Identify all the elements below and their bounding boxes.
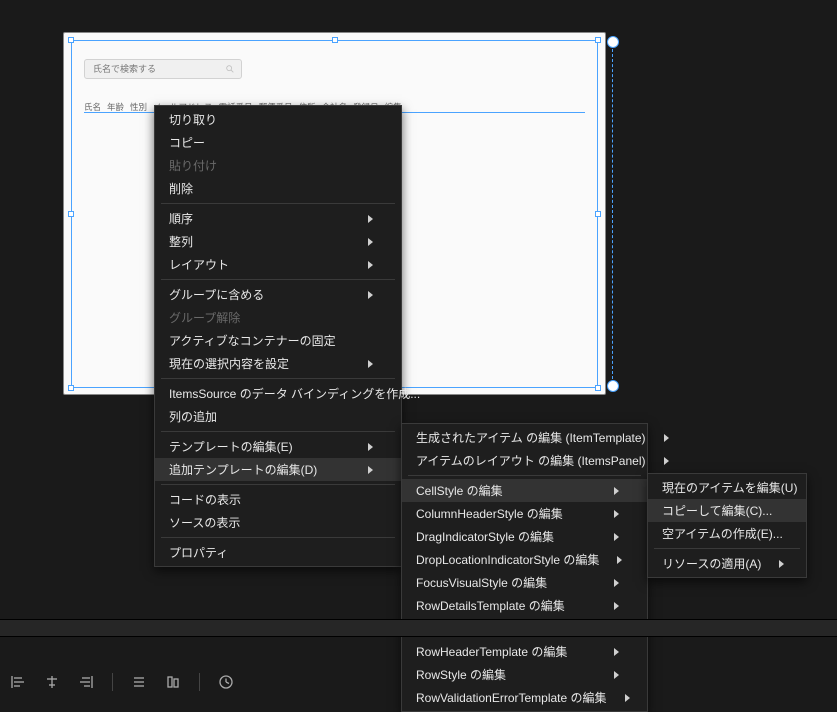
bottom-toolbar <box>10 673 234 691</box>
search-icon <box>225 64 235 74</box>
resize-handle-left[interactable] <box>68 211 74 217</box>
align-right-icon[interactable] <box>78 674 94 690</box>
search-input[interactable] <box>91 63 225 75</box>
menu-ungroup: グループ解除 <box>155 306 401 329</box>
submenu-additional-templates[interactable]: 生成されたアイテム の編集 (ItemTemplate) アイテムのレイアウト … <box>401 423 648 712</box>
resize-handle-bottom-left[interactable] <box>68 385 74 391</box>
resize-handle-bottom-right[interactable] <box>595 385 601 391</box>
submenu-arrow-icon <box>614 510 619 518</box>
toolbar-separator <box>199 673 200 691</box>
resize-handle-top-left[interactable] <box>68 37 74 43</box>
menu-separator <box>161 203 395 204</box>
menu-layout[interactable]: レイアウト <box>155 253 401 276</box>
menu-rowstyle[interactable]: RowStyle の編集 <box>402 663 647 686</box>
menu-separator <box>161 537 395 538</box>
guide-rail <box>612 49 613 379</box>
resize-handle-top[interactable] <box>332 37 338 43</box>
menu-copy[interactable]: コピー <box>155 131 401 154</box>
search-box[interactable] <box>84 59 242 79</box>
menu-view-code[interactable]: コードの表示 <box>155 488 401 511</box>
clock-icon[interactable] <box>218 674 234 690</box>
menu-separator <box>161 431 395 432</box>
menu-create-empty[interactable]: 空アイテムの作成(E)... <box>648 522 806 545</box>
menu-rowdetailstemplate[interactable]: RowDetailsTemplate の編集 <box>402 594 647 617</box>
menu-group-into[interactable]: グループに含める <box>155 283 401 306</box>
list-icon[interactable] <box>131 674 147 690</box>
menu-set-selection[interactable]: 現在の選択内容を設定 <box>155 352 401 375</box>
submenu-arrow-icon <box>368 215 373 223</box>
submenu-arrow-icon <box>614 533 619 541</box>
toolbar-separator <box>112 673 113 691</box>
menu-separator <box>654 548 800 549</box>
submenu-arrow-icon <box>617 556 622 564</box>
menu-rowvalidationerrortemplate[interactable]: RowValidationErrorTemplate の編集 <box>402 686 647 709</box>
align-left-icon[interactable] <box>10 674 26 690</box>
menu-copy-edit[interactable]: コピーして編集(C)... <box>648 499 806 522</box>
submenu-arrow-icon <box>368 261 373 269</box>
menu-items-panel[interactable]: アイテムのレイアウト の編集 (ItemsPanel) <box>402 449 647 472</box>
menu-separator <box>161 484 395 485</box>
submenu-arrow-icon <box>614 602 619 610</box>
submenu-arrow-icon <box>614 487 619 495</box>
snap-icon[interactable] <box>165 674 181 690</box>
timeline-strip <box>0 619 837 637</box>
submenu-arrow-icon <box>368 360 373 368</box>
menu-cut[interactable]: 切り取り <box>155 108 401 131</box>
menu-delete[interactable]: 削除 <box>155 177 401 200</box>
submenu-cellstyle-actions[interactable]: 現在のアイテムを編集(U) コピーして編集(C)... 空アイテムの作成(E).… <box>647 473 807 578</box>
resize-handle-top-right[interactable] <box>595 37 601 43</box>
menu-droplocationindicatorstyle[interactable]: DropLocationIndicatorStyle の編集 <box>402 548 647 571</box>
submenu-arrow-icon <box>614 671 619 679</box>
menu-separator <box>161 378 395 379</box>
submenu-arrow-icon <box>368 443 373 451</box>
submenu-arrow-icon <box>368 238 373 246</box>
submenu-arrow-icon <box>664 434 669 442</box>
menu-columnheaderstyle[interactable]: ColumnHeaderStyle の編集 <box>402 502 647 525</box>
context-menu[interactable]: 切り取り コピー 貼り付け 削除 順序 整列 レイアウト グループに含める グル… <box>154 105 402 567</box>
menu-edit-additional-template[interactable]: 追加テンプレートの編集(D) <box>155 458 401 481</box>
submenu-arrow-icon <box>614 579 619 587</box>
menu-separator <box>408 475 641 476</box>
submenu-arrow-icon <box>368 466 373 474</box>
menu-align[interactable]: 整列 <box>155 230 401 253</box>
menu-properties[interactable]: プロパティ <box>155 541 401 564</box>
submenu-arrow-icon <box>779 560 784 568</box>
menu-pin-container[interactable]: アクティブなコンテナーの固定 <box>155 329 401 352</box>
menu-cellstyle[interactable]: CellStyle の編集 <box>402 479 647 502</box>
menu-separator <box>161 279 395 280</box>
submenu-arrow-icon <box>664 457 669 465</box>
submenu-arrow-icon <box>368 291 373 299</box>
menu-order[interactable]: 順序 <box>155 207 401 230</box>
knob-icon[interactable] <box>607 36 619 48</box>
resize-handle-right[interactable] <box>595 211 601 217</box>
align-center-icon[interactable] <box>44 674 60 690</box>
submenu-arrow-icon <box>614 648 619 656</box>
menu-view-source[interactable]: ソースの表示 <box>155 511 401 534</box>
menu-edit-template[interactable]: テンプレートの編集(E) <box>155 435 401 458</box>
menu-edit-current[interactable]: 現在のアイテムを編集(U) <box>648 476 806 499</box>
menu-paste: 貼り付け <box>155 154 401 177</box>
menu-item-template[interactable]: 生成されたアイテム の編集 (ItemTemplate) <box>402 426 647 449</box>
menu-rowheadertemplate[interactable]: RowHeaderTemplate の編集 <box>402 640 647 663</box>
menu-apply-resource[interactable]: リソースの適用(A) <box>648 552 806 575</box>
menu-dragindicatorstyle[interactable]: DragIndicatorStyle の編集 <box>402 525 647 548</box>
submenu-arrow-icon <box>625 694 630 702</box>
menu-focusvisualstyle[interactable]: FocusVisualStyle の編集 <box>402 571 647 594</box>
knob-icon[interactable] <box>607 380 619 392</box>
menu-create-binding[interactable]: ItemsSource のデータ バインディングを作成... <box>155 382 401 405</box>
menu-add-column[interactable]: 列の追加 <box>155 405 401 428</box>
